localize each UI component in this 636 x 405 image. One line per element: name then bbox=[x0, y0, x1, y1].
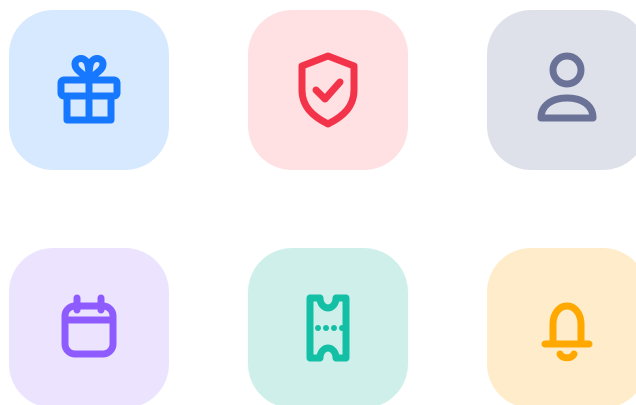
user-tile[interactable] bbox=[487, 10, 636, 170]
ticket-tile[interactable] bbox=[248, 248, 408, 405]
bell-tile[interactable] bbox=[487, 248, 636, 405]
ticket-icon bbox=[306, 294, 350, 362]
calendar-tile[interactable] bbox=[9, 248, 169, 405]
icon-grid bbox=[0, 0, 636, 405]
shield-check-icon bbox=[298, 52, 358, 128]
gift-tile[interactable] bbox=[9, 10, 169, 170]
shield-check-tile[interactable] bbox=[248, 10, 408, 170]
bell-icon bbox=[541, 302, 593, 362]
gift-icon bbox=[57, 55, 121, 124]
user-icon bbox=[537, 52, 597, 122]
calendar-icon bbox=[61, 294, 117, 358]
